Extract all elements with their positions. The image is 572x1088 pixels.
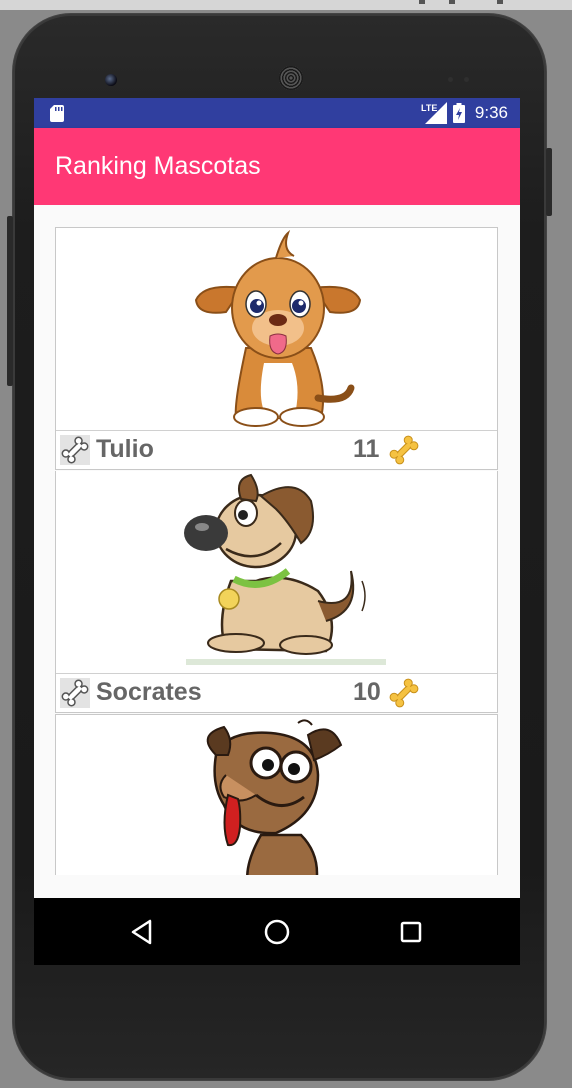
- app-bar: Ranking Mascotas: [34, 128, 520, 205]
- front-camera: [105, 74, 117, 86]
- network-type-label: LTE: [421, 103, 437, 113]
- window-control: [419, 0, 425, 4]
- pet-photo: [56, 228, 497, 430]
- recents-icon: [400, 921, 422, 942]
- home-button[interactable]: [247, 898, 307, 965]
- volume-button[interactable]: [7, 216, 13, 386]
- status-bar: LTE 9:36: [34, 98, 520, 128]
- light-sensor: [464, 77, 469, 82]
- pet-name: Socrates: [96, 678, 202, 706]
- battery-icon: [452, 103, 465, 123]
- page-title: Ranking Mascotas: [55, 152, 261, 180]
- gold-bone-icon: [389, 678, 419, 708]
- pet-ranking-list[interactable]: Tulio 11 Socrates 10: [34, 205, 520, 875]
- gold-bone-icon: [389, 435, 419, 465]
- puppy-illustration: [194, 228, 362, 430]
- pet-card[interactable]: Socrates 10: [55, 471, 498, 713]
- pet-card-footer: Tulio 11: [56, 430, 497, 469]
- back-icon: [131, 919, 152, 944]
- power-button[interactable]: [546, 148, 552, 216]
- pet-likes-count: 11: [353, 435, 380, 463]
- pet-card[interactable]: [55, 714, 498, 875]
- dog-with-collar-illustration: [176, 471, 386, 673]
- device-screen: LTE 9:36 Ranking Mascotas Tulio 11 Socra…: [34, 98, 520, 965]
- pet-photo: [56, 715, 497, 875]
- proximity-sensor: [448, 77, 453, 82]
- pet-name: Tulio: [96, 435, 154, 463]
- home-icon: [264, 919, 290, 944]
- brown-dog-illustration: [194, 715, 360, 875]
- pet-photo: [56, 471, 497, 673]
- recents-button[interactable]: [381, 898, 441, 965]
- rate-bone-button[interactable]: [59, 434, 91, 466]
- pet-card[interactable]: Tulio 11: [55, 227, 498, 470]
- signal-icon: LTE: [421, 102, 447, 124]
- window-control: [449, 0, 455, 4]
- window-control: [497, 0, 503, 4]
- sd-card-icon: [50, 105, 64, 122]
- emulator-top-strip: [0, 0, 572, 10]
- rate-bone-button[interactable]: [59, 677, 91, 709]
- pet-card-footer: Socrates 10: [56, 673, 497, 712]
- pet-likes-count: 10: [353, 678, 381, 706]
- earpiece-speaker: [279, 66, 303, 90]
- back-button[interactable]: [112, 898, 172, 965]
- navigation-bar: [34, 898, 520, 965]
- clock: 9:36: [474, 103, 508, 122]
